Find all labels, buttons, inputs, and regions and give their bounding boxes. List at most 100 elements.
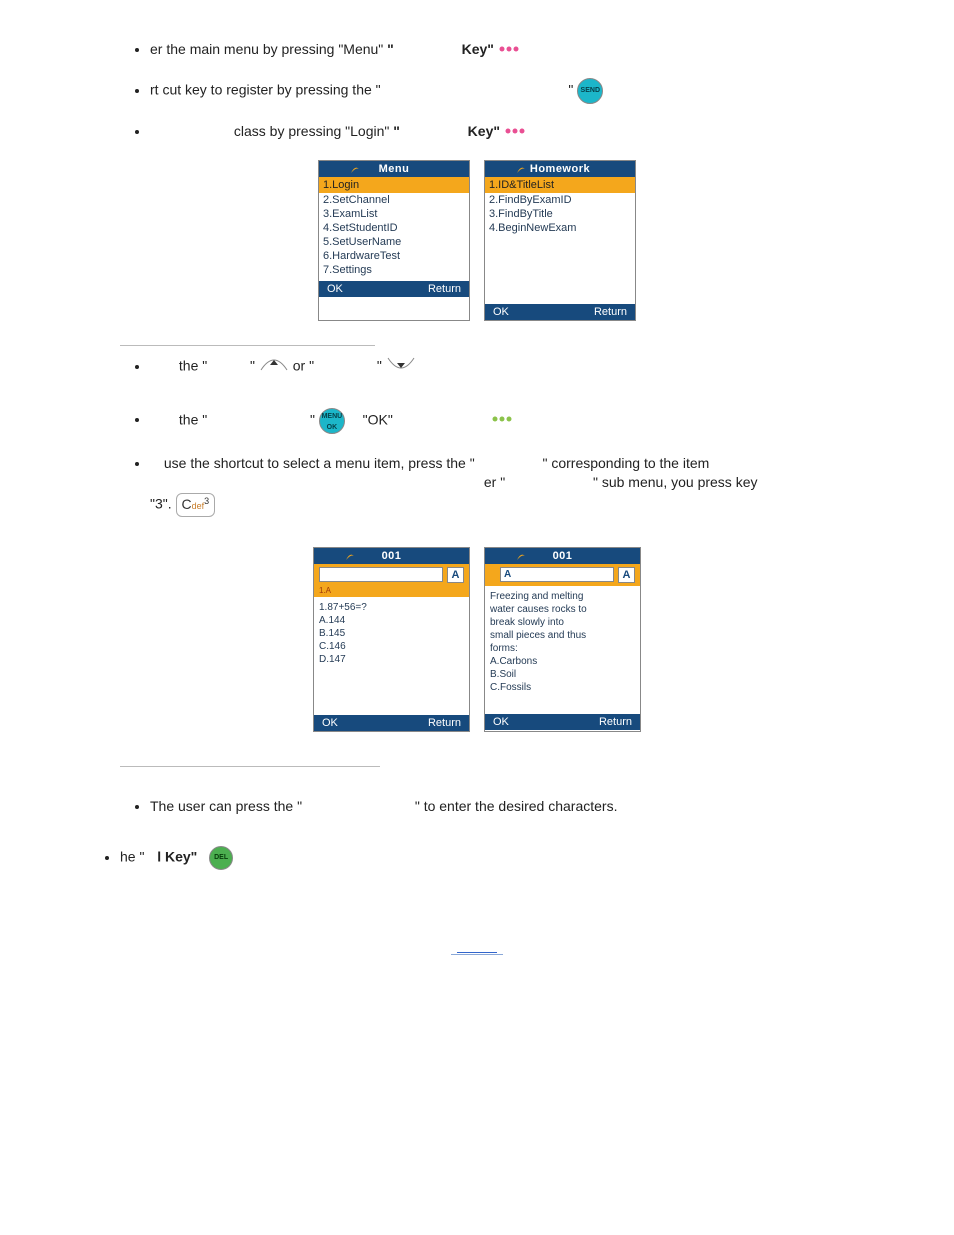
device-footer: OK Return: [485, 714, 640, 730]
question-line: B.Soil: [490, 668, 635, 681]
section-divider: [120, 341, 375, 346]
key-label: Key": [462, 41, 494, 57]
menu-item[interactable]: 7.Settings: [323, 263, 465, 277]
key-label: l Key": [157, 849, 197, 865]
text: " corresponding to the item: [542, 455, 709, 471]
input-bullet-2: he " l Key" DEL: [120, 846, 864, 870]
question-line: A.144: [319, 614, 464, 627]
logo-icon: [515, 550, 527, 565]
device-menu-screen: Menu 1.Login 2.SetChannel 3.ExamList 4.S…: [318, 160, 470, 321]
question-line: A.Carbons: [490, 655, 635, 668]
menu-item[interactable]: 2.SetChannel: [323, 193, 465, 207]
menu-screens: Menu 1.Login 2.SetChannel 3.ExamList 4.S…: [90, 160, 864, 321]
device-titlebar: Homework: [485, 161, 635, 177]
answer-input[interactable]: [319, 567, 443, 582]
device-question2: 001 A A Freezing and melting water cause…: [484, 547, 641, 732]
text: the ": [179, 358, 207, 374]
input-bullet-1: The user can press the " " to enter the …: [150, 797, 864, 817]
question-index: 1.A: [314, 586, 469, 597]
text: or ": [293, 358, 314, 374]
text: "3".: [150, 495, 172, 511]
menu-highlight[interactable]: 1.Login: [319, 177, 469, 193]
input-mode-indicator: A: [447, 567, 464, 583]
text: er the main menu by pressing "Menu": [150, 41, 387, 57]
nav-bullet-1: the " " or " ": [150, 356, 864, 378]
return-softkey[interactable]: Return: [428, 283, 461, 295]
nav-bullet-list: the " " or " " the " " MENUOK "OK" use t…: [90, 356, 864, 516]
text: "OK": [363, 411, 393, 427]
question-line: water causes rocks to: [490, 603, 635, 616]
text: use the shortcut to select a menu item, …: [164, 455, 475, 471]
device-footer: OK Return: [319, 281, 469, 297]
menu-item[interactable]: 2.FindByExamID: [489, 193, 631, 207]
ok-softkey[interactable]: OK: [493, 306, 509, 318]
intro-bullet-1: er the main menu by pressing "Menu" " Ke…: [150, 40, 864, 60]
options-dots-green-icon: [491, 411, 513, 431]
device-question1: 001 A 1.A 1.87+56=? A.144 B.145 C.146 D.…: [313, 547, 470, 732]
key-label: Key": [468, 123, 500, 139]
device-footer: OK Return: [485, 304, 635, 320]
input-mode-indicator: A: [618, 567, 635, 583]
device-titlebar: Menu: [319, 161, 469, 177]
key-3-cdef-icon[interactable]: Cdef3: [176, 493, 216, 517]
menu-highlight[interactable]: 1.ID&TitleList: [485, 177, 635, 193]
menu-item[interactable]: 5.SetUserName: [323, 235, 465, 249]
send-key-icon[interactable]: SEND: [577, 78, 603, 104]
text: " to enter the desired characters.: [415, 798, 618, 814]
logo-icon: [349, 163, 361, 178]
question-screens: 001 A 1.A 1.87+56=? A.144 B.145 C.146 D.…: [90, 547, 864, 732]
menu-item[interactable]: 3.ExamList: [323, 207, 465, 221]
question-line: 1.87+56=?: [319, 601, 464, 614]
question-line: C.146: [319, 640, 464, 653]
question-line: B.145: [319, 627, 464, 640]
question-line: small pieces and thus: [490, 629, 635, 642]
question-body: Freezing and melting water causes rocks …: [485, 586, 640, 714]
question-line: D.147: [319, 653, 464, 666]
text: ": [377, 358, 382, 374]
device-homework-screen: Homework 1.ID&TitleList 2.FindByExamID 3…: [484, 160, 636, 321]
device-footer: OK Return: [314, 715, 469, 731]
intro-bullet-3: class by pressing "Login" " Key": [150, 122, 864, 142]
del-key-icon[interactable]: DEL: [209, 846, 233, 870]
text: rt cut key to register by pressing the ": [150, 82, 381, 98]
question-line: forms:: [490, 642, 635, 655]
intro-bullet-2: rt cut key to register by pressing the "…: [150, 78, 864, 104]
device-titlebar: 001: [314, 548, 469, 564]
menu-items: 2.SetChannel 3.ExamList 4.SetStudentID 5…: [319, 193, 469, 281]
question-line: C.Fossils: [490, 681, 635, 694]
input-bullet-list: The user can press the " " to enter the …: [90, 797, 864, 871]
arrow-up-icon[interactable]: [259, 356, 289, 378]
arrow-down-icon[interactable]: [386, 356, 416, 378]
text: er ": [484, 474, 505, 490]
ok-softkey[interactable]: OK: [493, 716, 509, 728]
text: ": [250, 358, 255, 374]
ok-softkey[interactable]: OK: [327, 283, 343, 295]
menu-ok-key-icon[interactable]: MENUOK: [319, 408, 345, 434]
text: The user can press the ": [150, 798, 302, 814]
menu-item[interactable]: 6.HardwareTest: [323, 249, 465, 263]
options-dots-pink-icon: [504, 123, 526, 143]
logo-icon: [344, 550, 356, 565]
section-divider: [120, 762, 380, 767]
question-body: 1.87+56=? A.144 B.145 C.146 D.147: [314, 597, 469, 715]
menu-item[interactable]: 4.BeginNewExam: [489, 221, 631, 235]
text: class by pressing "Login": [234, 123, 393, 139]
menu-item[interactable]: 4.SetStudentID: [323, 221, 465, 235]
ok-softkey[interactable]: OK: [322, 717, 338, 729]
menu-items: 2.FindByExamID 3.FindByTitle 4.BeginNewE…: [485, 193, 635, 304]
page-number: [90, 940, 864, 954]
menu-item[interactable]: 3.FindByTitle: [489, 207, 631, 221]
intro-bullet-list: er the main menu by pressing "Menu" " Ke…: [90, 40, 864, 142]
answer-input[interactable]: A: [500, 567, 614, 582]
nav-bullet-2: the " " MENUOK "OK": [150, 408, 864, 434]
text: " sub menu, you press key: [593, 474, 758, 490]
nav-bullet-3: use the shortcut to select a menu item, …: [150, 454, 864, 517]
return-softkey[interactable]: Return: [428, 717, 461, 729]
device-titlebar: 001: [485, 548, 640, 564]
text: ": [310, 411, 315, 427]
text: ": [568, 82, 573, 98]
return-softkey[interactable]: Return: [599, 716, 632, 728]
question-line: Freezing and melting: [490, 590, 635, 603]
return-softkey[interactable]: Return: [594, 306, 627, 318]
logo-icon: [515, 163, 527, 178]
